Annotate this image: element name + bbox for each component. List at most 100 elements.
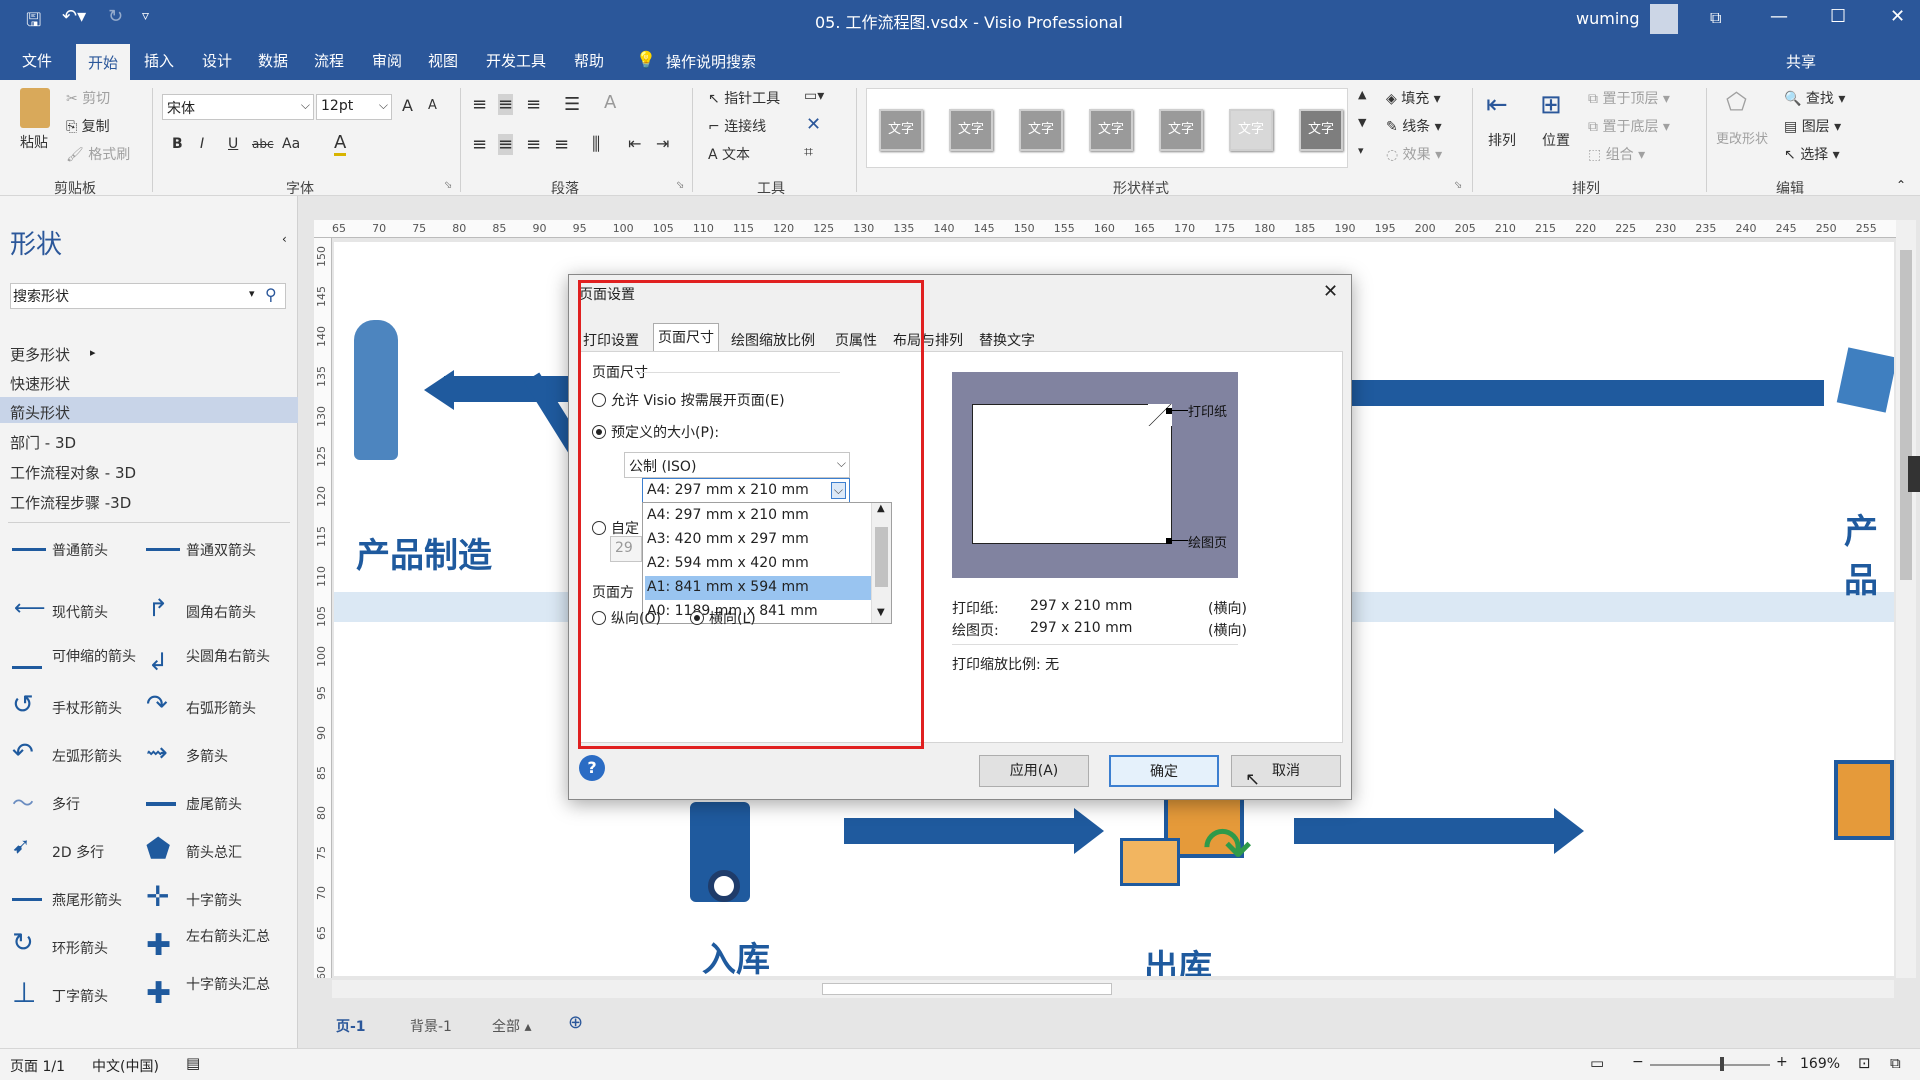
change-case-button[interactable]: Aa (282, 136, 300, 152)
zoom-slider[interactable] (1650, 1064, 1770, 1066)
panel-toggle-tab[interactable] (1908, 456, 1920, 492)
bold-button[interactable]: B (172, 136, 183, 152)
shape-item[interactable]: 可伸缩的箭头 (52, 648, 136, 666)
arrange-button[interactable]: 排列 (1488, 130, 1516, 150)
shape-item[interactable]: 尖圆角右箭头 (186, 648, 270, 666)
tab-insert[interactable]: 插入 (136, 48, 182, 73)
text-rotate-icon[interactable]: A (604, 92, 616, 113)
group-button[interactable]: ⬚ 组合 ▾ (1588, 144, 1645, 164)
style-swatch[interactable]: 文字 (1299, 109, 1343, 151)
redo-icon[interactable]: ↻ (108, 6, 123, 27)
connector-tool-button[interactable]: ⌐ 连接线 (708, 116, 766, 136)
search-shapes-box[interactable]: ▾ ⚲ (10, 283, 286, 309)
cut-button[interactable]: ✂ 剪切 (66, 88, 110, 108)
shape-item[interactable]: 十字箭头 (186, 890, 242, 910)
font-color-button[interactable]: A (334, 132, 347, 156)
zoom-level[interactable]: 169% (1800, 1056, 1840, 1072)
collapse-ribbon-icon[interactable]: ⌃ (1896, 178, 1906, 192)
scrollbar-thumb[interactable] (1900, 250, 1912, 580)
shape-item[interactable]: 普通箭头 (52, 540, 108, 560)
chevron-down-icon[interactable]: ▾ (249, 287, 255, 300)
search-shapes-input[interactable] (13, 286, 233, 306)
tab-home[interactable]: 开始 (76, 44, 131, 80)
tab-help[interactable]: 帮助 (566, 48, 612, 73)
shape-item[interactable]: 箭头总汇 (186, 842, 242, 862)
shape-item[interactable]: 现代箭头 (52, 602, 108, 622)
dialog-launcher-icon[interactable]: ⬂ (444, 180, 452, 191)
align-top-icon[interactable]: ≡ (472, 94, 487, 115)
undo-icon[interactable]: ↶▾ (62, 6, 86, 27)
minimize-icon[interactable]: — (1770, 6, 1788, 27)
category-departments-3d[interactable]: 部门 - 3D (10, 432, 76, 453)
paste-button[interactable]: 粘贴 (20, 132, 48, 152)
page-tab-background[interactable]: 背景-1 (410, 1016, 452, 1036)
shape-item[interactable]: 十字箭头汇总 (186, 976, 270, 994)
ok-button[interactable]: 确定 (1109, 755, 1219, 787)
switch-windows-icon[interactable]: ⧉ (1890, 1054, 1901, 1072)
rectangle-tool-icon[interactable]: ▭▾ (804, 88, 824, 104)
tab-data[interactable]: 数据 (250, 48, 296, 73)
copy-button[interactable]: ⎘ 复制 (66, 116, 110, 136)
label-warehousing[interactable]: 入库 (702, 932, 770, 976)
page-tab-all[interactable]: 全部 ▴ (492, 1016, 531, 1036)
tab-developer[interactable]: 开发工具 (478, 48, 554, 73)
vertical-scrollbar[interactable] (1896, 220, 1916, 978)
label-product[interactable]: 产品 (1844, 504, 1894, 602)
zoom-out-icon[interactable]: − (1632, 1054, 1644, 1070)
text-tool-button[interactable]: A 文本 (708, 144, 750, 164)
connection-point-icon[interactable]: ⌗ (804, 142, 813, 162)
shape-item[interactable]: 燕尾形箭头 (52, 890, 122, 910)
shrink-font-button[interactable]: A (428, 98, 437, 113)
fill-button[interactable]: ◈ 填充 ▾ (1386, 88, 1441, 108)
style-swatch[interactable]: 文字 (1159, 109, 1203, 151)
language[interactable]: 中文(中国) (92, 1056, 159, 1076)
customize-qat-icon[interactable]: ▿ (142, 8, 149, 24)
page-tab-1[interactable]: 页-1 (336, 1016, 366, 1036)
gallery-more-icon[interactable]: ▾ (1358, 144, 1364, 157)
tab-alt-text[interactable]: 替换文字 (975, 327, 1039, 351)
underline-button[interactable]: U (228, 136, 238, 152)
select-button[interactable]: ↖ 选择 ▾ (1784, 144, 1840, 164)
shape-item[interactable]: 多箭头 (186, 746, 228, 766)
position-button[interactable]: 位置 (1542, 130, 1570, 150)
dialog-launcher-icon[interactable]: ⬂ (676, 180, 684, 191)
layers-button[interactable]: ▤ 图层 ▾ (1784, 116, 1841, 136)
tab-view[interactable]: 视图 (420, 48, 466, 73)
avatar[interactable] (1650, 4, 1678, 34)
add-page-icon[interactable]: ⊕ (568, 1012, 583, 1033)
bullets-icon[interactable]: ☰ (564, 94, 580, 115)
zoom-slider-thumb[interactable] (1720, 1057, 1724, 1071)
justify-icon[interactable]: ≡ (554, 134, 569, 155)
share-button[interactable]: 共享 (1786, 51, 1816, 72)
close-window-icon[interactable]: ✕ (1890, 6, 1905, 27)
category-quick-shapes[interactable]: 快速形状 (10, 373, 70, 394)
shape-item[interactable]: 手杖形箭头 (52, 698, 122, 718)
tab-review[interactable]: 审阅 (364, 48, 410, 73)
shape-item[interactable]: 左弧形箭头 (52, 746, 122, 766)
tell-me-search[interactable]: 操作说明搜索 (666, 51, 756, 72)
line-button[interactable]: ✎ 线条 ▾ (1386, 116, 1442, 136)
zoom-in-icon[interactable]: + (1776, 1054, 1788, 1070)
dialog-launcher-icon[interactable]: ⬂ (1454, 180, 1462, 191)
grow-font-button[interactable]: A (402, 96, 413, 115)
tab-process[interactable]: 流程 (306, 48, 352, 73)
maximize-icon[interactable]: ☐ (1830, 6, 1846, 27)
category-more-shapes[interactable]: 更多形状 (10, 344, 70, 365)
collapse-panel-icon[interactable]: ‹ (282, 232, 287, 246)
gallery-up-icon[interactable]: ▲ (1358, 88, 1366, 101)
align-bottom-icon[interactable]: ≡ (526, 94, 541, 115)
increase-indent-icon[interactable]: ⇥ (656, 134, 669, 153)
help-icon[interactable]: ? (579, 755, 605, 781)
palette-object-shape[interactable] (1836, 347, 1894, 413)
paste-icon[interactable] (20, 88, 50, 128)
pointer-tool-button[interactable]: ↖ 指针工具 (708, 88, 780, 108)
align-left-icon[interactable]: ≡ (472, 134, 487, 155)
shape-item[interactable]: 左右箭头汇总 (186, 928, 270, 946)
category-arrow-shapes[interactable]: 箭头形状 (10, 402, 70, 423)
tab-design[interactable]: 设计 (194, 48, 240, 73)
box-shape[interactable] (1834, 760, 1894, 840)
shape-item[interactable]: 虚尾箭头 (186, 794, 242, 814)
label-manufacturing[interactable]: 产品制造 (356, 528, 492, 577)
shape-item[interactable]: 多行 (52, 794, 80, 814)
find-button[interactable]: 🔍 查找 ▾ (1784, 88, 1845, 108)
